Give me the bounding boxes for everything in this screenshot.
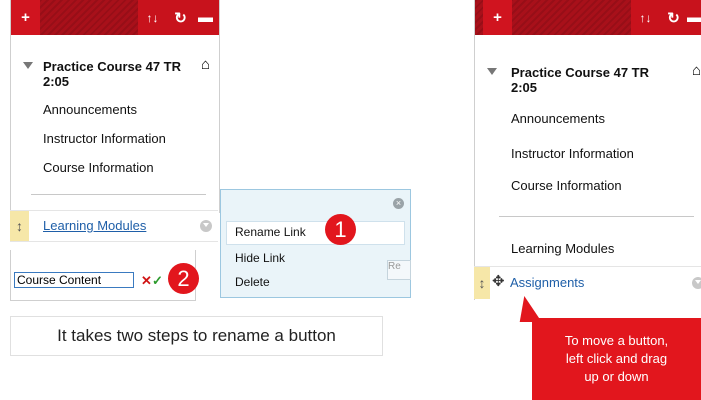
course-menu-toolbar: + ↑↓ ↻ ▬ — [11, 0, 219, 35]
menu-item-course-information[interactable]: Course Information — [511, 178, 622, 193]
menu-item-assignments-row[interactable]: ↕ ✥ Assignments — [474, 266, 701, 299]
course-menu-right: + ↑↓ ↻ ▬ Practice Course 47 TR 2:05 ⌂ An… — [474, 0, 701, 300]
instruction-callout: To move a button, left click and drag up… — [532, 318, 701, 400]
collapse-triangle-icon[interactable] — [23, 62, 33, 69]
step-2-badge: 2 — [168, 263, 199, 294]
chevron-down-icon[interactable] — [692, 277, 701, 289]
folder-view-button[interactable]: ▬ — [687, 0, 701, 35]
menu-item-announcements[interactable]: Announcements — [511, 111, 605, 126]
menu-item-instructor-information[interactable]: Instructor Information — [43, 131, 166, 146]
plus-icon: + — [493, 9, 502, 26]
add-menu-item-button[interactable]: + — [11, 0, 40, 35]
reorder-button[interactable]: ↑↓ — [631, 0, 660, 35]
check-icon[interactable]: ✓ — [152, 273, 163, 289]
menu-item-learning-modules[interactable]: Learning Modules — [43, 218, 146, 233]
refresh-icon: ↻ — [174, 9, 187, 27]
collapse-triangle-icon[interactable] — [487, 68, 497, 75]
reorder-button[interactable]: ↑↓ — [138, 0, 167, 35]
refresh-icon: ↻ — [667, 9, 680, 27]
menu-item-assignments[interactable]: Assignments — [510, 275, 584, 290]
step-1-badge: 1 — [325, 214, 356, 245]
move-handle-icon[interactable]: ↕ — [10, 211, 29, 241]
cancel-icon[interactable]: ✕ — [141, 273, 152, 289]
home-icon[interactable]: ⌂ — [692, 62, 701, 79]
refresh-button[interactable]: ↻ — [659, 0, 688, 35]
hide-link-option[interactable]: Hide Link — [235, 251, 285, 265]
close-icon[interactable]: × — [393, 198, 404, 209]
caption: It takes two steps to rename a button — [10, 316, 383, 356]
menu-item-announcements[interactable]: Announcements — [43, 102, 137, 117]
folder-icon: ▬ — [687, 9, 701, 26]
course-menu-left: + ↑↓ ↻ ▬ Practice Course 47 TR 2:05 ⌂ An… — [10, 0, 220, 213]
course-title[interactable]: Practice Course 47 TR 2:05 — [511, 65, 671, 95]
folder-icon: ▬ — [198, 9, 213, 26]
course-menu-toolbar: + ↑↓ ↻ ▬ — [475, 0, 701, 35]
menu-item-instructor-information[interactable]: Instructor Information — [511, 146, 634, 161]
menu-item-course-information[interactable]: Course Information — [43, 160, 154, 175]
move-cursor-icon: ✥ — [492, 273, 505, 290]
course-title[interactable]: Practice Course 47 TR 2:05 — [43, 59, 193, 89]
rename-input[interactable] — [14, 272, 134, 288]
context-menu: × Rename Link Hide Link Delete Re — [220, 189, 411, 298]
menu-item-learning-modules[interactable]: Learning Modules — [511, 241, 614, 256]
rename-link-option[interactable]: Rename Link — [235, 225, 306, 239]
divider — [499, 216, 694, 217]
chevron-down-icon[interactable] — [200, 220, 212, 232]
add-menu-item-button[interactable]: + — [483, 0, 512, 35]
sort-icon: ↑↓ — [146, 10, 159, 25]
delete-option[interactable]: Delete — [235, 275, 270, 289]
move-handle-icon[interactable]: ↕ — [474, 267, 490, 299]
partial-button: Re — [387, 260, 411, 280]
folder-view-button[interactable]: ▬ — [192, 0, 219, 35]
divider — [31, 194, 206, 195]
plus-icon: + — [21, 9, 30, 26]
sort-icon: ↑↓ — [639, 10, 652, 25]
menu-item-learning-modules-row[interactable]: ↕ Learning Modules — [10, 210, 218, 242]
home-icon[interactable]: ⌂ — [201, 56, 210, 73]
refresh-button[interactable]: ↻ — [166, 0, 195, 35]
